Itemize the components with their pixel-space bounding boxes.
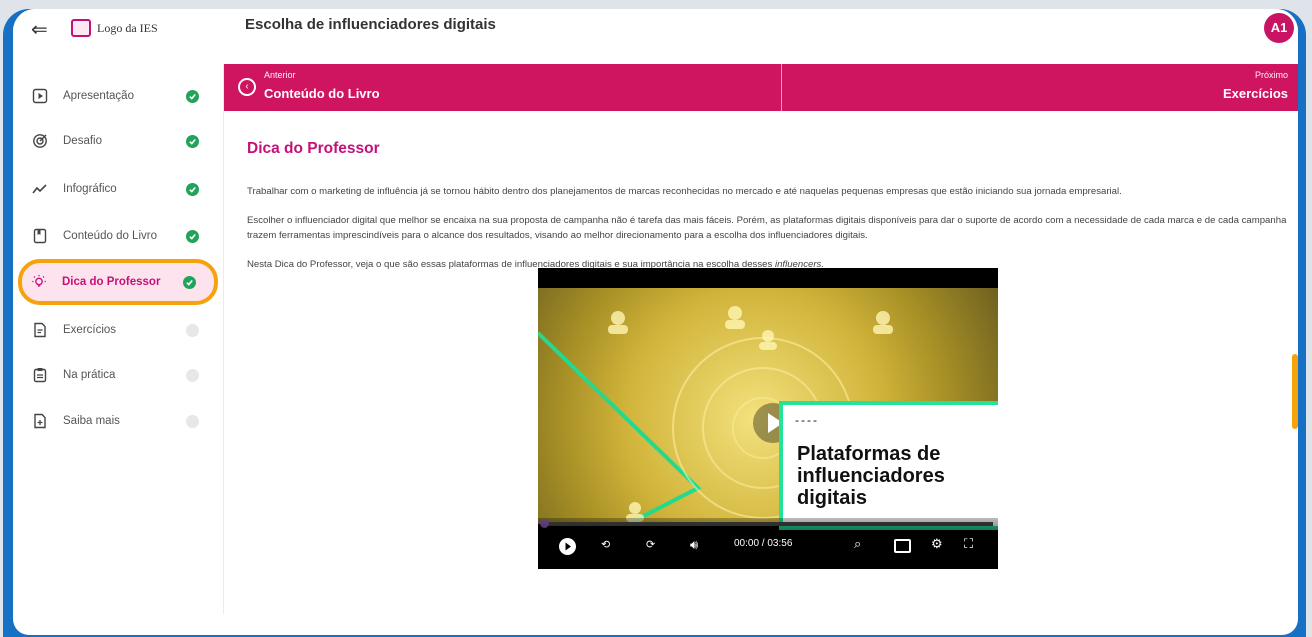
fullscreen-icon[interactable]: ⛶ (964, 536, 973, 552)
lightbulb-icon (30, 273, 48, 291)
sidebar-item-label: Apresentação (63, 90, 134, 102)
main-content: Dica do Professor Trabalhar com o market… (224, 111, 1298, 621)
collapse-menu-icon[interactable]: ⇐ (31, 17, 48, 42)
sidebar-item-label: Infográfico (63, 183, 117, 195)
play-button[interactable] (559, 538, 576, 555)
scrollbar-thumb[interactable] (1292, 354, 1298, 429)
chevron-left-icon: ‹ (238, 78, 256, 96)
document-icon (31, 321, 49, 339)
sidebar-item-na-pratica[interactable]: Na prática (23, 355, 217, 395)
next-label: Próximo (1254, 70, 1288, 80)
check-icon (183, 275, 196, 289)
previous-title: Conteúdo do Livro (264, 86, 380, 101)
rewind-10-icon[interactable]: ⟲ (601, 538, 610, 551)
doc-plus-icon (31, 412, 49, 430)
paragraph-2: Escolher o influenciador digital que mel… (247, 215, 1287, 241)
sidebar-item-infografico[interactable]: Infográfico (23, 169, 217, 209)
sidebar-item-conteudo-do-livro[interactable]: Conteúdo do Livro (23, 216, 217, 256)
sidebar-item-apresentacao[interactable]: Apresentação (23, 76, 217, 116)
bookmark-icon (31, 227, 49, 245)
next-title: Exercícios (1222, 86, 1288, 101)
logo-icon (71, 19, 91, 37)
video-player[interactable]: ---- Plataformas de influenciadores digi… (538, 268, 998, 569)
previous-label: Anterior (264, 70, 296, 80)
lesson-navigation-bar: ‹ Anterior Conteúdo do Livro Próximo Exe… (224, 64, 1298, 111)
section-title: Dica do Professor (247, 140, 380, 157)
search-icon[interactable]: ⌕ (854, 536, 861, 552)
logo-text: Logo da IES (97, 20, 158, 35)
check-icon (186, 89, 199, 103)
card-dash: ---- (795, 413, 819, 427)
card-title: Plataformas de influenciadores digitais (797, 443, 945, 509)
sidebar: Apresentação Desafio Infográfico Conteúd… (13, 64, 224, 614)
video-title-card: ---- Plataformas de influenciadores digi… (779, 401, 998, 530)
sidebar-item-label: Desafio (63, 135, 102, 147)
gear-icon[interactable]: ⚙ (931, 536, 943, 552)
trend-line-icon (31, 180, 49, 198)
pending-dot (186, 368, 199, 382)
sidebar-item-label: Dica do Professor (62, 276, 161, 288)
previous-lesson-button[interactable]: ‹ Anterior Conteúdo do Livro (224, 64, 782, 111)
page-background: ⇐ Logo da IES Escolha de influenciadores… (0, 0, 1312, 637)
video-controls: ⟲ ⟳ 🔊︎ 00:00 / 03:56 ⌕ ⚙ ⛶ (538, 518, 998, 568)
check-icon (186, 134, 199, 148)
pending-dot (186, 323, 199, 337)
play-square-icon (31, 87, 49, 105)
paragraph-1: Trabalhar com o marketing de influência … (247, 186, 1122, 197)
avatar[interactable]: A1 (1264, 13, 1294, 43)
next-lesson-button[interactable]: Próximo Exercícios (782, 64, 1298, 111)
check-icon (186, 182, 199, 196)
card-title-line: influenciadores (797, 465, 945, 487)
time-readout: 00:00 / 03:56 (734, 538, 793, 549)
card-title-line: Plataformas de (797, 443, 941, 465)
forward-10-icon[interactable]: ⟳ (646, 538, 655, 551)
institution-logo[interactable]: Logo da IES (71, 19, 158, 37)
sidebar-item-dica-do-professor[interactable]: Dica do Professor (18, 259, 218, 305)
target-icon (31, 132, 49, 150)
check-icon (186, 229, 199, 243)
device-frame: ⇐ Logo da IES Escolha de influenciadores… (3, 9, 1306, 637)
sidebar-item-exercicios[interactable]: Exercícios (23, 310, 217, 350)
app-screen: ⇐ Logo da IES Escolha de influenciadores… (13, 9, 1298, 635)
pending-dot (186, 414, 199, 428)
sidebar-item-label: Na prática (63, 369, 116, 381)
clipboard-icon (31, 366, 49, 384)
sidebar-item-label: Exercícios (63, 324, 117, 336)
page-title: Escolha de influenciadores digitais (245, 16, 496, 33)
picture-in-picture-icon[interactable] (894, 539, 911, 553)
top-bar: ⇐ Logo da IES Escolha de influenciadores… (13, 9, 1298, 65)
volume-icon[interactable]: 🔊︎ (690, 537, 698, 553)
sidebar-item-label: Saiba mais (63, 415, 120, 427)
sidebar-item-label: Conteúdo do Livro (63, 230, 157, 242)
sidebar-item-desafio[interactable]: Desafio (23, 121, 217, 161)
sidebar-item-saiba-mais[interactable]: Saiba mais (23, 401, 217, 441)
card-title-line: digitais (797, 487, 868, 509)
